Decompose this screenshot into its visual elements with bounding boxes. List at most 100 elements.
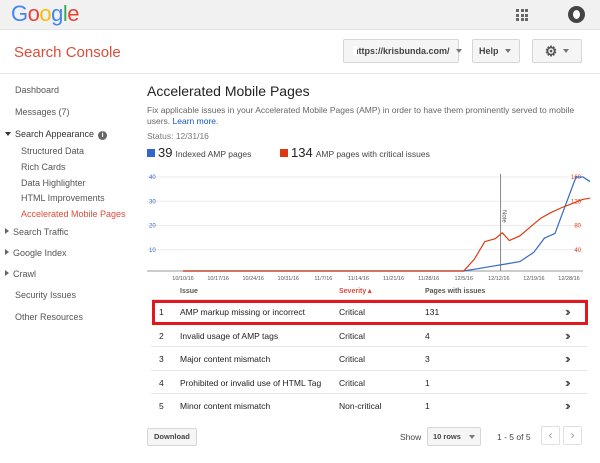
x-tick-label: 11/28/16 <box>418 276 439 282</box>
cell-issue: Major content mismatch <box>180 354 271 364</box>
sidebar-item-rich-cards[interactable]: Rich Cards <box>21 162 66 172</box>
sidebar-item-search-appearance[interactable]: Search Appearance i <box>5 129 108 140</box>
help-button[interactable]: Help <box>472 39 520 63</box>
sidebar-item-messages[interactable]: Messages (7) <box>15 107 70 117</box>
col-header-issue: Issue <box>180 288 198 295</box>
right-tick-label: 80 <box>574 224 581 230</box>
product-title[interactable]: Search Console <box>14 44 121 61</box>
cell-severity: Non-critical <box>339 401 382 411</box>
learn-more-link[interactable]: Learn more. <box>173 116 219 126</box>
annotation-label: Note <box>501 210 507 223</box>
highlight-box <box>152 300 588 325</box>
chevron-down-icon <box>469 435 475 439</box>
x-tick-label: 10/31/16 <box>278 276 299 282</box>
cell-pages: 4 <box>425 330 430 341</box>
col-header-pages: Pages with issues <box>425 288 486 295</box>
rows-per-page-select[interactable]: 10 rows <box>427 427 481 446</box>
x-tick-label: 11/21/16 <box>383 276 404 282</box>
collapse-arrow-icon <box>5 228 9 234</box>
cell-issue: Invalid usage of AMP tags <box>180 330 279 341</box>
row-details-icon[interactable]: ›› <box>565 328 570 343</box>
series-color-swatch <box>147 149 155 157</box>
status-date: Status: 12/31/16 <box>147 131 209 141</box>
x-tick-label: 11/7/16 <box>314 276 332 282</box>
next-page-button[interactable]: › <box>563 426 582 445</box>
cell-pages: 1 <box>425 377 430 388</box>
x-tick-label: 12/12/16 <box>488 276 509 282</box>
sidebar-item-other-resources[interactable]: Other Resources <box>15 312 83 322</box>
logo-letter: o <box>27 1 40 26</box>
cell-n: 4 <box>159 377 164 388</box>
chevron-down-icon <box>504 49 511 53</box>
apps-grid-icon[interactable] <box>516 9 528 21</box>
google-logo[interactable]: Google <box>11 1 80 27</box>
left-tick-label: 40 <box>149 175 156 181</box>
account-avatar[interactable] <box>568 6 585 23</box>
sidebar-item-crawl[interactable]: Crawl <box>5 269 36 279</box>
sidebar-item-amp[interactable]: Accelerated Mobile Pages <box>21 209 126 219</box>
sidebar-item-html-improvements[interactable]: HTML Improvements <box>21 193 105 203</box>
table-row[interactable]: 2 Invalid usage of AMP tags Critical 4 ›› <box>151 322 587 346</box>
cell-n: 2 <box>159 330 164 341</box>
x-tick-label: 10/24/16 <box>242 276 263 282</box>
col-header-severity[interactable]: Severity▲ <box>339 288 373 295</box>
cell-issue: Minor content mismatch <box>180 401 271 411</box>
row-details-icon[interactable]: ›› <box>565 351 570 366</box>
row-details-icon[interactable]: ›› <box>565 375 570 390</box>
left-tick-label: 30 <box>149 199 156 205</box>
left-tick-label: 20 <box>149 224 156 230</box>
product-bar: Search Console https://krisbunda.com/ He… <box>0 30 600 74</box>
expand-arrow-icon <box>5 132 11 136</box>
right-tick-label: 160 <box>571 175 582 181</box>
sidebar-item-search-traffic[interactable]: Search Traffic <box>5 227 68 237</box>
kpi-indexed-label: Indexed AMP pages <box>175 149 252 159</box>
series-color-swatch <box>280 149 288 157</box>
x-tick-label: 10/10/16 <box>172 276 193 282</box>
x-tick-label: 10/17/16 <box>207 276 228 282</box>
pagination-range: 1 - 5 of 5 <box>497 432 531 442</box>
series-line-left <box>183 176 590 272</box>
kpi-indexed[interactable]: 39 Indexed AMP pages <box>147 145 251 160</box>
info-icon[interactable]: i <box>98 131 108 140</box>
download-button[interactable]: Download <box>147 428 197 446</box>
sidebar-item-security-issues[interactable]: Security Issues <box>15 290 76 300</box>
page-description: Fix applicable issues in your Accelerate… <box>147 105 575 126</box>
settings-button[interactable]: ⚙ <box>532 39 582 63</box>
prev-page-button[interactable]: ‹ <box>541 426 560 445</box>
cell-severity: Critical <box>339 354 365 364</box>
x-tick-label: 12/19/16 <box>523 276 544 282</box>
sidebar-item-data-highlighter[interactable]: Data Highlighter <box>21 178 86 188</box>
kpi-critical-value: 134 <box>291 145 313 160</box>
right-tick-label: 40 <box>574 248 581 254</box>
cell-issue: Prohibited or invalid use of HTML Tag <box>180 377 322 388</box>
chevron-down-icon <box>563 49 570 53</box>
site-selector[interactable]: https://krisbunda.com/ <box>343 39 462 63</box>
gear-icon: ⚙ <box>544 42 558 59</box>
logo-letter: g <box>51 1 63 26</box>
page-title: Accelerated Mobile Pages <box>147 83 310 99</box>
table-row[interactable]: 3 Major content mismatch Critical 3 ›› <box>151 346 587 369</box>
logo-letter: e <box>67 1 80 26</box>
table-row[interactable]: 4 Prohibited or invalid use of HTML Tag Cr… <box>151 369 587 393</box>
help-label: Help <box>479 46 499 56</box>
sidebar-item-structured-data[interactable]: Structured Data <box>21 146 84 156</box>
top-bar: Google <box>0 0 600 30</box>
kpi-critical[interactable]: 134 AMP pages with critical issues <box>280 145 430 160</box>
sidebar-item-google-index[interactable]: Google Index <box>5 248 67 258</box>
cell-pages: 1 <box>425 401 430 411</box>
amp-trend-chart[interactable]: 40 16030 12020 8010 4010/10/16 10/17/16 10/24/… <box>147 168 590 293</box>
cell-severity: Critical <box>339 330 365 341</box>
table-row[interactable]: 5 Minor content mismatch Non-critical 1 ›› <box>151 393 587 416</box>
collapse-arrow-icon <box>5 249 9 255</box>
sidebar-item-dashboard[interactable]: Dashboard <box>15 85 59 95</box>
site-url: https://krisbunda.com/ <box>353 46 450 56</box>
x-tick-label: 12/5/16 <box>455 276 473 282</box>
kpi-critical-label: AMP pages with critical issues <box>315 149 430 159</box>
cell-severity: Critical <box>339 377 365 388</box>
logo-letter: G <box>11 1 28 26</box>
kpi-indexed-value: 39 <box>158 145 173 160</box>
chevron-down-icon <box>455 49 462 53</box>
series-line-right <box>183 197 590 272</box>
row-details-icon[interactable]: ›› <box>565 398 570 413</box>
cell-pages: 3 <box>425 354 430 364</box>
